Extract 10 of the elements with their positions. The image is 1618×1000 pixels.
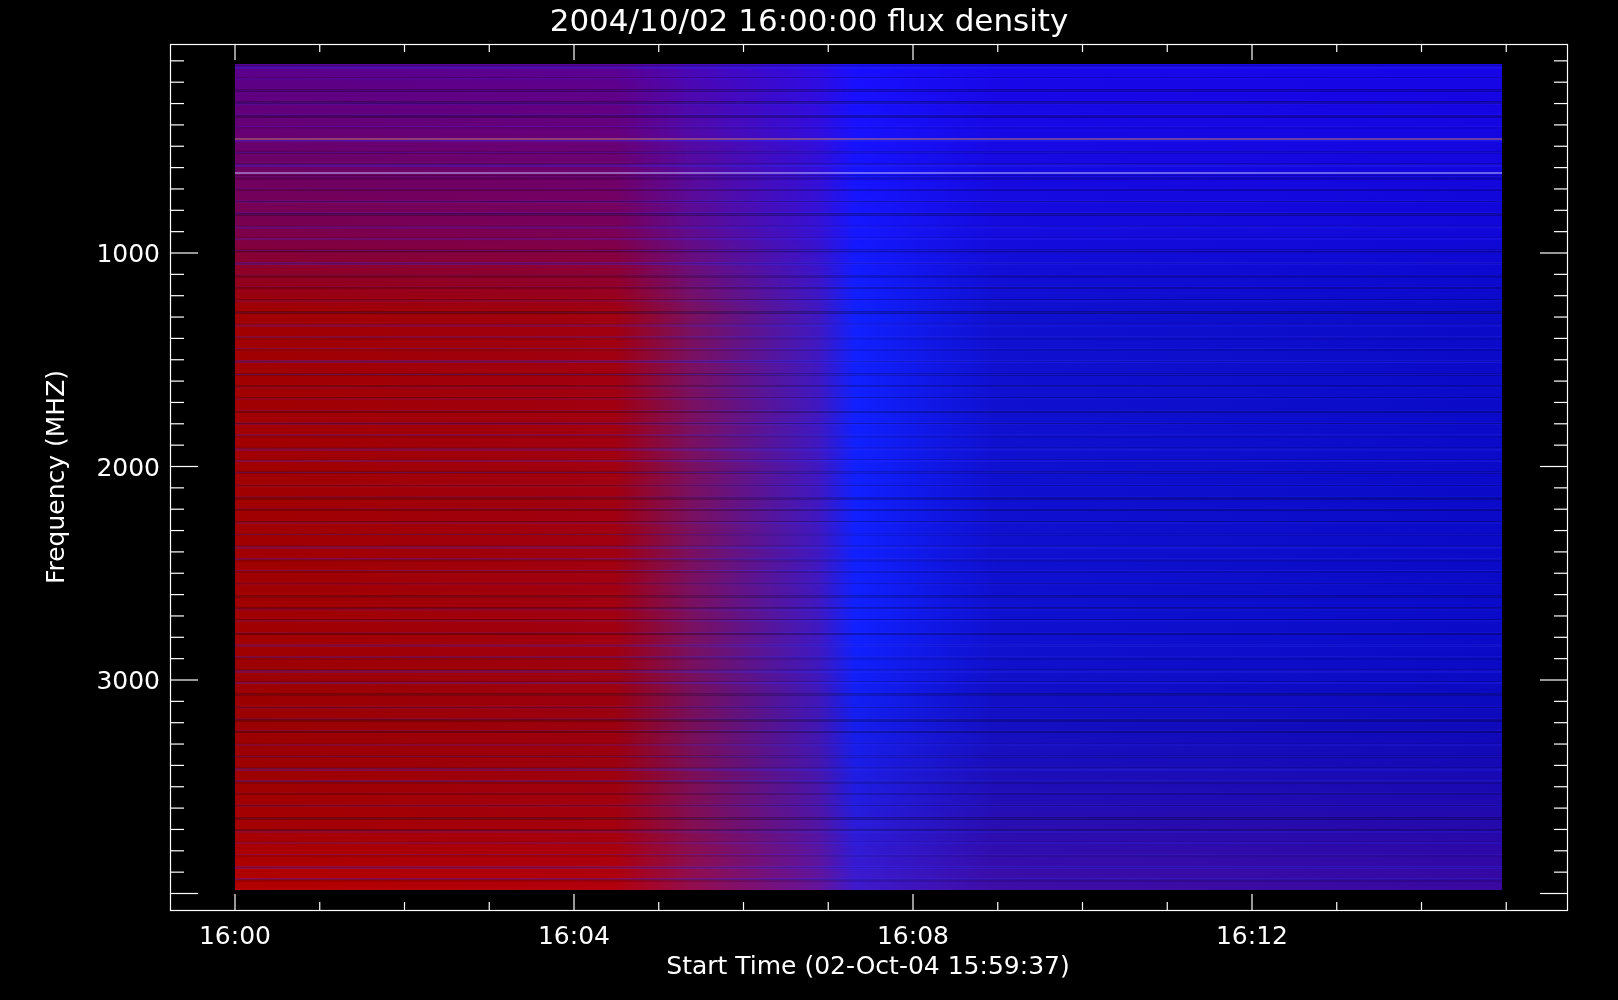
x-tick-label: 16:08 bbox=[877, 921, 949, 950]
x-tick-label: 16:00 bbox=[199, 921, 271, 950]
x-tick-label: 16:04 bbox=[538, 921, 610, 950]
chart-title: 2004/10/02 16:00:00 flux density bbox=[549, 2, 1069, 38]
y-tick-label: 2000 bbox=[96, 452, 160, 482]
y-tick-label: 1000 bbox=[96, 239, 160, 268]
y-tick-label: 3000 bbox=[96, 666, 160, 695]
x-axis-label: Start Time (02-Oct-04 15:59:37) bbox=[666, 951, 1070, 980]
x-tick-label: 16:12 bbox=[1216, 921, 1288, 950]
y-axis-label: Frequency (MHZ) bbox=[41, 369, 70, 585]
